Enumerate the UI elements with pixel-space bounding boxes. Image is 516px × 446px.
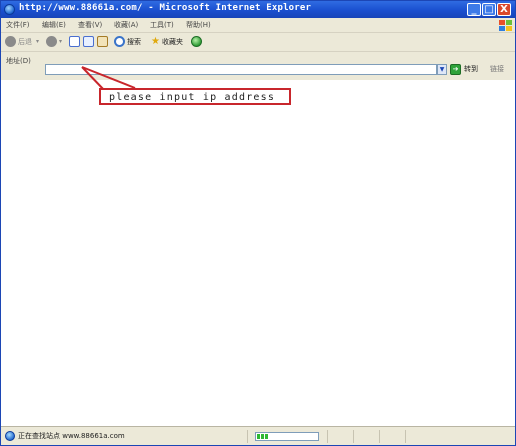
address-input[interactable] (45, 64, 437, 75)
search-icon[interactable] (114, 36, 125, 47)
address-dropdown-button[interactable]: ▼ (437, 64, 447, 75)
search-button-label[interactable]: 搜索 (127, 36, 141, 48)
status-divider (247, 430, 248, 443)
ie-logo-icon (4, 4, 15, 15)
status-divider (327, 430, 328, 443)
progress-fill (257, 434, 269, 439)
status-text: 正在查找站点 www.88661a.com (18, 432, 125, 440)
status-divider (379, 430, 380, 443)
back-button-label[interactable]: 后退 (18, 36, 32, 48)
forward-icon[interactable] (46, 36, 57, 47)
go-arrow-icon[interactable]: ➔ (450, 64, 461, 75)
menu-help[interactable]: 帮助(H) (186, 20, 211, 30)
minimize-button[interactable]: _ (467, 3, 481, 16)
menu-favorites[interactable]: 收藏(A) (114, 20, 138, 30)
favorites-button-label[interactable]: 收藏夹 (162, 36, 183, 48)
maximize-button[interactable]: □ (482, 3, 496, 16)
close-button[interactable]: X (497, 3, 511, 16)
callout-text: please input ip address (109, 92, 276, 103)
forward-dropdown-icon[interactable]: ▾ (59, 36, 62, 48)
stop-icon[interactable] (69, 36, 80, 47)
links-button[interactable]: 链接 (490, 64, 504, 74)
back-dropdown-icon[interactable]: ▾ (36, 36, 39, 48)
media-icon[interactable] (191, 36, 202, 47)
home-icon[interactable] (97, 36, 108, 47)
menu-view[interactable]: 查看(V) (78, 20, 102, 30)
menu-edit[interactable]: 编辑(E) (42, 20, 66, 30)
page-content[interactable] (1, 80, 515, 426)
go-button[interactable]: 转到 (464, 64, 478, 74)
loading-globe-icon (5, 431, 15, 441)
menu-tools[interactable]: 工具(T) (150, 20, 174, 30)
status-divider (405, 430, 406, 443)
title-bar[interactable]: http://www.88661a.com/ - Microsoft Inter… (1, 1, 515, 18)
status-divider (353, 430, 354, 443)
standard-toolbar: 后退 ▾ ▾ 搜索 ★ 收藏夹 (1, 33, 515, 52)
refresh-icon[interactable] (83, 36, 94, 47)
menu-bar: 文件(F) 编辑(E) 查看(V) 收藏(A) 工具(T) 帮助(H) (1, 18, 515, 33)
favorites-icon[interactable]: ★ (151, 36, 160, 48)
back-icon[interactable] (5, 36, 16, 47)
address-label: 地址(D) (6, 57, 31, 65)
windows-logo-icon (497, 19, 512, 31)
progress-bar (255, 432, 319, 441)
address-bar: 地址(D) ▼ ➔ 转到 链接 (1, 52, 515, 80)
status-bar: 正在查找站点 www.88661a.com (1, 426, 515, 445)
annotation-callout: please input ip address (99, 88, 291, 105)
menu-file[interactable]: 文件(F) (6, 20, 30, 30)
browser-window: http://www.88661a.com/ - Microsoft Inter… (0, 0, 516, 446)
window-title: http://www.88661a.com/ - Microsoft Inter… (19, 3, 312, 13)
